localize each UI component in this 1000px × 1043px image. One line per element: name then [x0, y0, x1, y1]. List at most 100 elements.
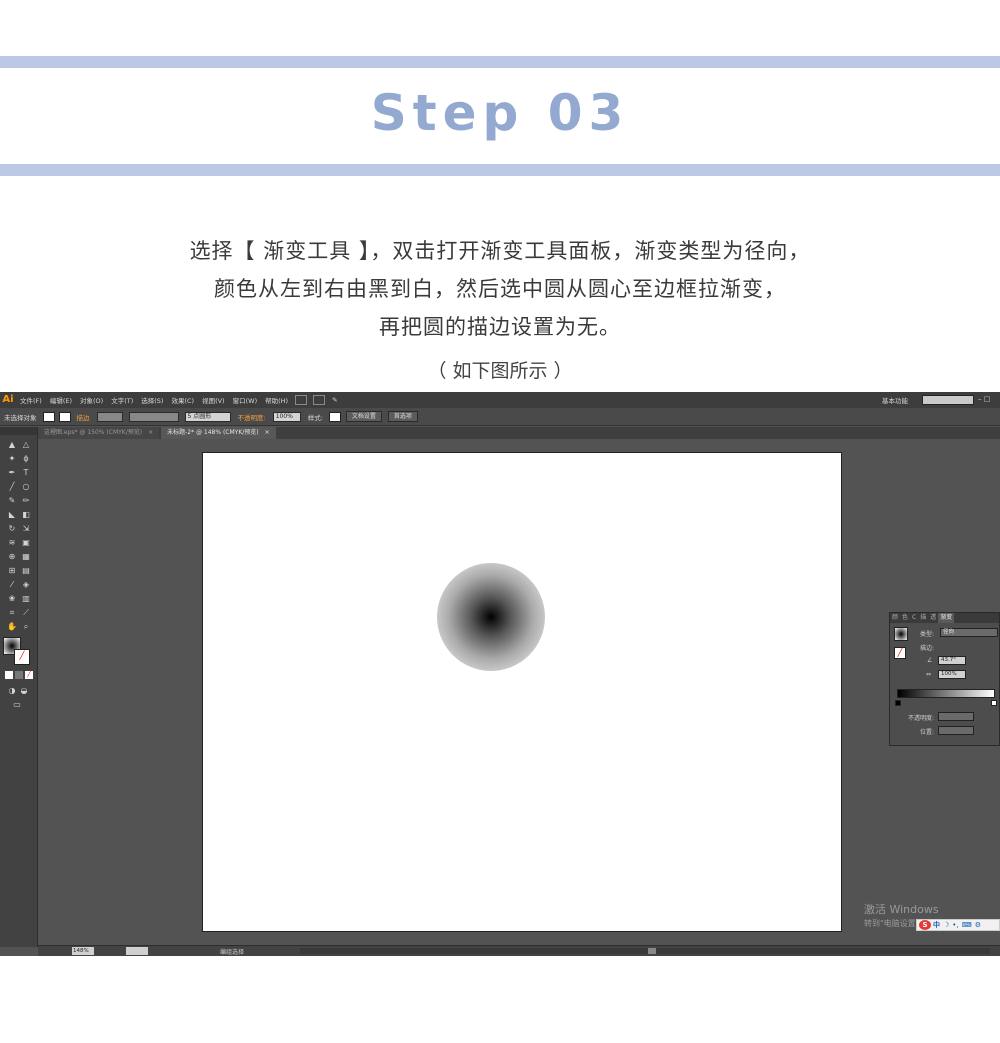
aspect-ratio-field[interactable]: 100% [938, 670, 966, 679]
none-mode-icon[interactable]: ╱ [25, 671, 33, 679]
brush-tool-icon[interactable]: ✎ [328, 396, 341, 404]
menu-bar: Ai 文件(F) 编辑(E) 对象(O) 文字(T) 选择(S) 效果(C) 视… [0, 392, 1000, 408]
stroke-none-icon[interactable]: ╱ [894, 647, 906, 659]
slice-tool-icon[interactable]: ⟋ [20, 607, 32, 619]
zoom-field[interactable]: 148% [72, 947, 94, 955]
direct-selection-tool-icon[interactable]: △ [20, 439, 32, 451]
menu-select[interactable]: 选择(S) [137, 395, 167, 405]
perspective-grid-tool-icon[interactable]: ▦ [20, 551, 32, 563]
tab-color-guide[interactable]: C [910, 613, 918, 623]
scrollbar-thumb[interactable] [648, 948, 656, 954]
menu-type[interactable]: 文字(T) [107, 395, 137, 405]
draw-inside-icon[interactable]: ◒ [18, 685, 30, 697]
scale-tool-icon[interactable]: ⇲ [20, 523, 32, 535]
gradient-stop-white[interactable] [991, 700, 997, 706]
bridge-icon[interactable] [295, 395, 308, 405]
gradient-preview[interactable] [894, 627, 908, 641]
symbol-sprayer-tool-icon[interactable]: ❀ [6, 593, 18, 605]
tab-gradient[interactable]: 渐变 [938, 613, 955, 623]
blob-brush-tool-icon[interactable]: ◣ [6, 509, 18, 521]
opacity-field[interactable] [938, 712, 974, 721]
sogou-logo-icon: S [919, 920, 931, 930]
tab-transparency[interactable]: 透 [928, 613, 938, 623]
mesh-tool-icon[interactable]: ⊞ [6, 565, 18, 577]
graph-tool-icon[interactable]: ▥ [20, 593, 32, 605]
close-icon[interactable]: × [265, 429, 270, 436]
menu-file[interactable]: 文件(F) [16, 395, 46, 405]
search-input[interactable] [922, 395, 974, 405]
paintbrush-tool-icon[interactable]: ✎ [6, 495, 18, 507]
ime-settings-icon[interactable]: ⚙ [975, 921, 981, 929]
magic-wand-tool-icon[interactable]: ✦ [6, 453, 18, 465]
warp-tool-icon[interactable]: ≋ [6, 537, 18, 549]
blend-tool-icon[interactable]: ◈ [20, 579, 32, 591]
menu-object[interactable]: 对象(O) [76, 395, 107, 405]
hand-tool-icon[interactable]: ✋ [6, 621, 18, 633]
gradient-panel: 颜 色 C 描 透 渐变 类型: 径向 描边: ╱ ∠ 43.7° ⇔ 100%… [889, 612, 1000, 746]
window-controls[interactable]: – □ [978, 395, 998, 405]
gradient-slider[interactable] [897, 689, 995, 698]
close-icon[interactable]: × [148, 429, 153, 436]
menu-help[interactable]: 帮助(H) [261, 395, 292, 405]
ime-punct-icon[interactable]: •, [952, 921, 958, 929]
artboard[interactable] [202, 452, 842, 932]
tab-document-1[interactable]: 这裡图.eps* @ 150% (CMYK/预览) × [38, 427, 160, 439]
document-setup-button[interactable]: 文档设置 [345, 411, 382, 422]
menu-view[interactable]: 视图(V) [198, 395, 229, 405]
style-swatch[interactable] [328, 411, 341, 422]
brush-field[interactable]: 5 点圆形 [184, 411, 231, 422]
stroke-label[interactable]: 描边 [73, 412, 94, 422]
gradient-stop-black[interactable] [895, 700, 901, 706]
stroke-weight-field[interactable] [96, 411, 123, 422]
menu-edit[interactable]: 编辑(E) [46, 395, 76, 405]
variable-width-field[interactable] [128, 411, 179, 422]
selection-tool-icon[interactable]: ▲ [6, 439, 18, 451]
ellipse-tool-icon[interactable]: ○ [20, 481, 32, 493]
screen-mode-icon[interactable]: ▭ [11, 699, 23, 711]
tab-swatches[interactable]: 色 [900, 613, 910, 623]
lasso-tool-icon[interactable]: ϕ [20, 453, 32, 465]
tab-stroke[interactable]: 描 [918, 613, 928, 623]
artboard-tool-icon[interactable]: ⌗ [6, 607, 18, 619]
toolbox-grip[interactable] [0, 427, 37, 435]
stroke-swatch[interactable] [58, 411, 71, 422]
artboard-navigator[interactable] [126, 947, 148, 955]
eraser-tool-icon[interactable]: ◧ [20, 509, 32, 521]
draw-mode-icon[interactable]: ◑ [6, 685, 18, 697]
location-label: 位置: [920, 729, 935, 736]
free-transform-tool-icon[interactable]: ▣ [20, 537, 32, 549]
rotate-tool-icon[interactable]: ↻ [6, 523, 18, 535]
stroke-none-icon[interactable]: ╱ [14, 649, 30, 665]
horizontal-scrollbar[interactable] [300, 948, 990, 954]
fill-swatch[interactable] [42, 411, 55, 422]
arrange-icon[interactable] [313, 395, 326, 405]
pencil-tool-icon[interactable]: ✏ [20, 495, 32, 507]
menu-window[interactable]: 窗口(W) [229, 395, 262, 405]
type-tool-icon[interactable]: T [20, 467, 32, 479]
ime-toolbar[interactable]: S 中 ☽ •, ⌨ ⚙ [916, 919, 1000, 931]
step-title: Step 03 [370, 84, 630, 142]
gradient-tool-icon[interactable]: ▤ [20, 565, 32, 577]
color-mode-icon[interactable] [5, 671, 13, 679]
location-field[interactable] [938, 726, 974, 735]
zoom-tool-icon[interactable]: ⌕ [20, 621, 32, 633]
aspect-ratio-icon: ⇔ [926, 671, 932, 678]
type-select[interactable]: 径向 [940, 628, 998, 637]
pen-tool-icon[interactable]: ✒ [6, 467, 18, 479]
eyedropper-tool-icon[interactable]: ⁄ [6, 579, 18, 591]
tab-color[interactable]: 颜 [890, 613, 900, 623]
line-tool-icon[interactable]: ╱ [6, 481, 18, 493]
radial-gradient-circle[interactable] [437, 563, 545, 671]
preferences-button[interactable]: 首选项 [387, 411, 418, 422]
workspace-switcher[interactable]: 基本功能 [882, 395, 908, 405]
ime-moon-icon[interactable]: ☽ [943, 921, 949, 929]
angle-field[interactable]: 43.7° [938, 656, 966, 665]
ime-language[interactable]: 中 [933, 920, 940, 930]
opacity-label[interactable]: 不透明度: [234, 412, 270, 422]
menu-effect[interactable]: 效果(C) [167, 395, 198, 405]
tab-document-2[interactable]: 未标题-2* @ 148% (CMYK/预览) × [161, 427, 276, 439]
gradient-mode-icon[interactable] [15, 671, 23, 679]
ime-keyboard-icon[interactable]: ⌨ [962, 921, 972, 929]
opacity-field[interactable]: 100% [272, 411, 301, 422]
shape-builder-tool-icon[interactable]: ⊕ [6, 551, 18, 563]
